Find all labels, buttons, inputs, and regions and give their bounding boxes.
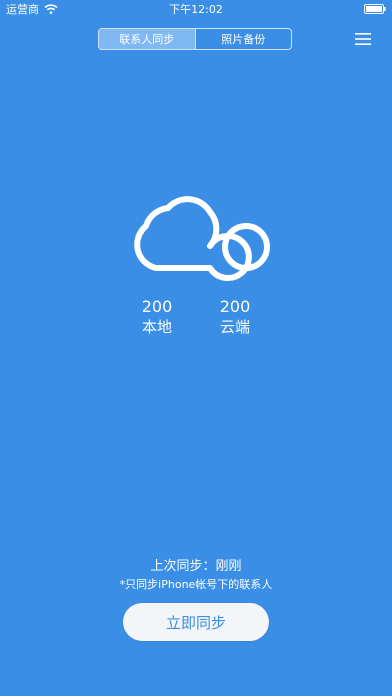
battery-icon [364, 4, 386, 14]
status-bar: 运营商 下午12:02 [0, 0, 392, 20]
local-count: 200 本地 [127, 297, 187, 337]
status-time: 下午12:02 [169, 3, 223, 16]
tab-contacts-sync[interactable]: 联系人同步 [99, 29, 195, 49]
cloud-count-label: 云端 [219, 318, 250, 336]
cloud-logo-icon [134, 196, 270, 281]
hamburger-menu-icon[interactable] [355, 32, 371, 46]
sync-note: *只同步iPhone帐号下的联系人 [119, 578, 273, 591]
local-count-label: 本地 [141, 318, 172, 336]
tab-photo-backup[interactable]: 照片备份 [194, 29, 292, 49]
cloud-count-value: 200 [219, 297, 251, 316]
last-sync-text: 上次同步：刚刚 [150, 559, 242, 574]
local-count-value: 200 [141, 297, 173, 316]
cloud-count: 200 云端 [205, 297, 265, 337]
sync-now-button[interactable]: 立即同步 [123, 603, 269, 641]
segmented-control: 联系人同步 照片备份 [98, 28, 292, 50]
